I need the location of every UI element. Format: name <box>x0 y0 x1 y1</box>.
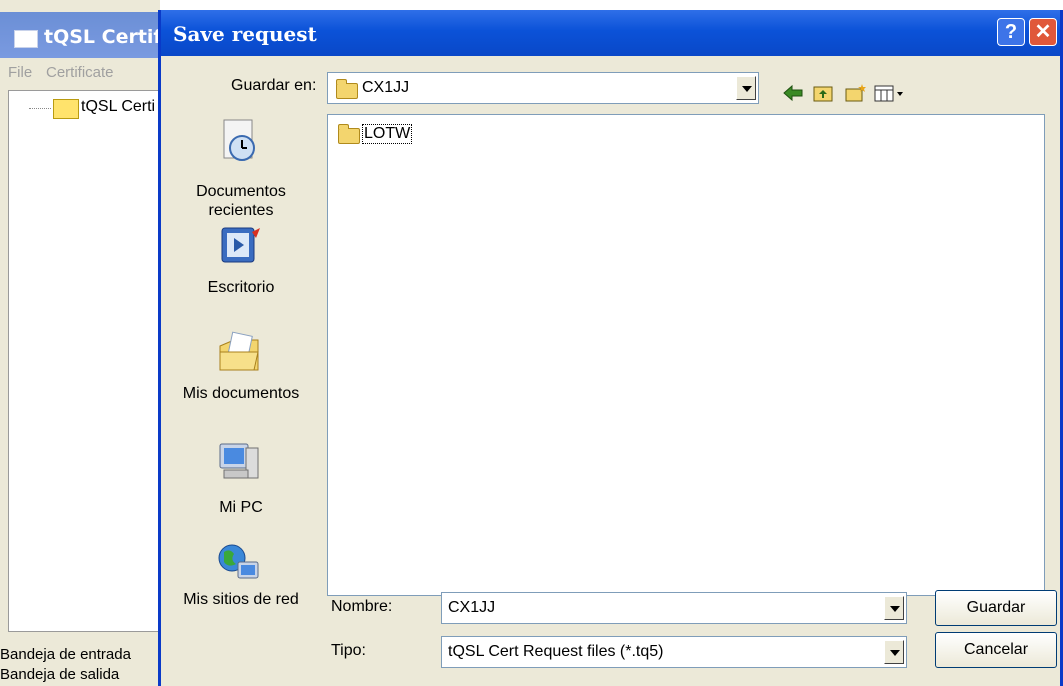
look-in-label: Guardar en: <box>231 77 317 94</box>
place-label: Mis sitios de red <box>183 591 299 608</box>
my-documents-icon <box>219 331 259 371</box>
place-label: Documentos recientes <box>196 183 286 219</box>
file-name: LOTW <box>362 124 413 144</box>
status-line-inbox: Bandeja de entrada <box>0 646 131 663</box>
tree-item-label[interactable]: tQSL Certi <box>81 98 155 116</box>
app-window-icon <box>14 30 38 48</box>
place-my-computer[interactable]: Mi PC <box>161 436 321 536</box>
close-button[interactable]: ✕ <box>1029 18 1057 46</box>
folder-icon <box>338 124 360 144</box>
background-window-title: tQSL Certif <box>44 26 162 48</box>
background-menubar: File Certificate <box>0 58 160 88</box>
filename-combobox[interactable]: CX1JJ <box>441 592 907 624</box>
background-window: tQSL Certif File Certificate tQSL Certi … <box>0 0 162 686</box>
new-folder-icon[interactable] <box>843 82 867 104</box>
help-button[interactable]: ? <box>997 18 1025 46</box>
place-recent-documents[interactable]: Documentos recientes <box>161 114 321 224</box>
desktop-icon <box>221 227 260 263</box>
folder-icon <box>336 79 358 99</box>
place-label: Escritorio <box>207 279 275 296</box>
filetype-value: tQSL Cert Request files (*.tq5) <box>448 643 664 660</box>
background-window-titlebar: tQSL Certif <box>0 12 162 58</box>
look-in-value: CX1JJ <box>362 79 410 96</box>
filename-label: Nombre: <box>331 598 393 615</box>
save-button[interactable]: Guardar <box>935 590 1057 626</box>
view-menu-icon[interactable] <box>873 82 907 104</box>
filetype-label: Tipo: <box>331 642 366 659</box>
chevron-down-icon[interactable] <box>884 596 904 620</box>
dialog-title: Save request <box>173 22 317 46</box>
recent-documents-icon <box>223 119 255 161</box>
save-request-dialog: Save request ? ✕ Guardar en: CX1JJ Docum… <box>158 10 1063 686</box>
filename-value[interactable]: CX1JJ <box>448 599 495 617</box>
my-computer-icon <box>219 443 259 479</box>
cancel-button[interactable]: Cancelar <box>935 632 1057 668</box>
place-my-documents[interactable]: Mis documentos <box>161 326 321 426</box>
look-in-combobox[interactable]: CX1JJ <box>327 72 759 104</box>
place-desktop[interactable]: Escritorio <box>161 220 321 310</box>
up-folder-icon[interactable] <box>811 82 835 104</box>
folder-icon <box>53 99 79 119</box>
menu-certificate[interactable]: Certificate <box>46 64 114 81</box>
network-places-icon <box>218 544 259 579</box>
tree-connector <box>29 108 51 109</box>
chevron-down-icon[interactable] <box>884 640 904 664</box>
back-arrow-icon[interactable] <box>781 82 805 104</box>
menu-file[interactable]: File <box>8 64 32 81</box>
certificate-tree[interactable]: tQSL Certi <box>8 90 162 632</box>
filetype-combobox[interactable]: tQSL Cert Request files (*.tq5) <box>441 636 907 668</box>
file-list[interactable]: LOTW <box>327 114 1045 596</box>
place-label: Mis documentos <box>182 385 300 402</box>
status-line-outbox: Bandeja de salida <box>0 666 120 683</box>
place-network[interactable]: Mis sitios de red <box>161 540 321 620</box>
chevron-down-icon[interactable] <box>736 76 756 100</box>
place-label: Mi PC <box>219 499 263 516</box>
dialog-titlebar[interactable]: Save request ? ✕ <box>161 10 1060 56</box>
